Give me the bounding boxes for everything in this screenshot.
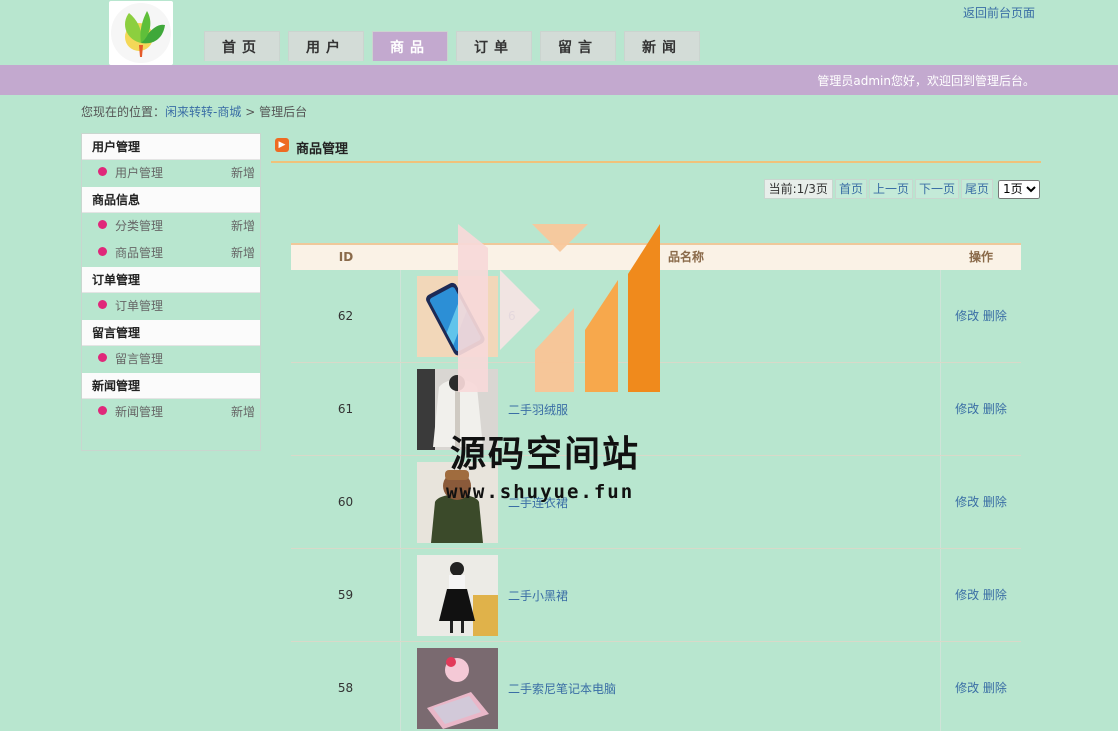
sidebar-item-label[interactable]: 新闻管理 [115,399,163,426]
row-operations: 修改 删除 [941,549,1021,641]
sidebar-group-users: 用户管理 [82,134,260,160]
row-operations: 修改 删除 [941,363,1021,455]
product-name-link[interactable]: 二手羽绒服 [508,401,568,418]
arrow-right-icon: ▶ [275,138,289,152]
nav-home[interactable]: 首页 [204,31,280,61]
edit-link[interactable]: 修改 [955,495,979,509]
table-row: 58 二手索尼笔记本电脑 修改 删除 [291,642,1021,731]
row-name-cell: 二手索尼笔记本电脑 [401,642,941,731]
table-row: 61 二手羽绒服 修改 删除 [291,363,1021,456]
pagination: 当前:1/3页 首页 上一页 下一页 尾页 1页 [763,179,1040,199]
sidebar-add-link[interactable]: 新增 [231,160,255,187]
bullet-icon [98,406,107,415]
sidebar-item-category-manage[interactable]: 分类管理 新增 [82,213,260,240]
breadcrumb-separator: > [245,105,256,119]
back-to-frontend-link[interactable]: 返回前台页面 [963,4,1035,21]
bullet-icon [98,353,107,362]
row-id: 58 [291,642,401,731]
sidebar-add-link[interactable]: 新增 [231,213,255,240]
site-logo[interactable] [109,1,173,65]
nav-products[interactable]: 商品 [372,31,448,61]
panel-header: ▶ 商品管理 [271,137,1041,163]
sidebar-group-news: 新闻管理 [82,373,260,399]
first-page-link[interactable]: 首页 [834,179,867,199]
bullet-icon [98,167,107,176]
header-id: ID [338,250,354,264]
breadcrumb-site-link[interactable]: 闲来转转-商城 [165,105,241,119]
sidebar-item-label[interactable]: 商品管理 [115,240,163,267]
sidebar-group-products: 商品信息 [82,187,260,213]
breadcrumb-current: 管理后台 [259,105,308,119]
delete-link[interactable]: 删除 [983,681,1007,695]
sidebar: 用户管理 用户管理 新增 商品信息 分类管理 新增 商品管理 新增 订单管理 订… [81,133,261,451]
header-bar: 管理员admin您好，欢迎回到管理后台。 [0,65,1118,95]
row-operations: 修改 删除 [941,270,1021,362]
delete-link[interactable]: 删除 [983,495,1007,509]
table-row: 59 二手小黑裙 修改 删除 [291,549,1021,642]
sidebar-item-order-manage[interactable]: 订单管理 [82,293,260,320]
bullet-icon [98,220,107,229]
nav-messages[interactable]: 留言 [540,31,616,61]
sidebar-item-news-manage[interactable]: 新闻管理 新增 [82,399,260,426]
sidebar-item-label[interactable]: 分类管理 [115,213,163,240]
sidebar-group-orders: 订单管理 [82,267,260,293]
sidebar-group-messages: 留言管理 [82,320,260,346]
product-name-link[interactable]: 二手小黑裙 [508,587,568,604]
header-operations: 操作 [968,250,993,264]
row-id: 59 [291,549,401,641]
sidebar-add-link[interactable]: 新增 [231,240,255,267]
product-name-link[interactable]: 6 [508,309,516,323]
watermark-text: 源码空间站 [450,434,641,475]
page-indicator: 当前:1/3页 [763,179,833,199]
product-table: ID 品名称 操作 62 6 修改 删除 61 二手羽绒服 修改 删除 60 二… [291,243,1021,731]
sidebar-add-link[interactable]: 新增 [231,399,255,426]
breadcrumb: 您现在的位置：闲来转转-商城 > 管理后台 [81,103,307,120]
table-row: 60 二手连衣裙 修改 删除 [291,456,1021,549]
row-name-cell: 二手小黑裙 [401,549,941,641]
bullet-icon [98,247,107,256]
row-id: 60 [291,456,401,548]
product-thumbnail-phone[interactable] [417,275,498,357]
product-thumbnail-laptop[interactable] [417,647,498,729]
page-select[interactable]: 1页 [998,179,1040,199]
nav-news[interactable]: 新闻 [624,31,700,61]
delete-link[interactable]: 删除 [983,309,1007,323]
nav-orders[interactable]: 订单 [456,31,532,61]
row-id: 61 [291,363,401,455]
main-nav: 首页 用户 商品 订单 留言 新闻 [204,31,708,61]
sidebar-item-message-manage[interactable]: 留言管理 [82,346,260,373]
row-name-cell: 6 [401,270,941,362]
table-row: 62 6 修改 删除 [291,270,1021,363]
row-operations: 修改 删除 [941,642,1021,731]
edit-link[interactable]: 修改 [955,588,979,602]
last-page-link[interactable]: 尾页 [960,179,993,199]
watermark-url: www.shuyue.fun [446,481,635,503]
edit-link[interactable]: 修改 [955,309,979,323]
sidebar-item-label[interactable]: 留言管理 [115,346,163,373]
sidebar-item-user-manage[interactable]: 用户管理 新增 [82,160,260,187]
edit-link[interactable]: 修改 [955,681,979,695]
edit-link[interactable]: 修改 [955,402,979,416]
welcome-text: 管理员admin您好，欢迎回到管理后台。 [817,74,1035,88]
table-header: ID 品名称 操作 [291,243,1021,270]
header-name: 品名称 [667,250,704,264]
prev-page-link[interactable]: 上一页 [868,179,913,199]
sidebar-item-label[interactable]: 用户管理 [115,160,163,187]
row-id: 62 [291,270,401,362]
bullet-icon [98,300,107,309]
leaf-logo-icon [111,3,171,63]
sidebar-item-product-manage[interactable]: 商品管理 新增 [82,240,260,267]
next-page-link[interactable]: 下一页 [914,179,959,199]
sidebar-item-label[interactable]: 订单管理 [115,293,163,320]
product-thumbnail-dress[interactable] [417,554,498,636]
panel-title: 商品管理 [296,142,349,157]
nav-users[interactable]: 用户 [288,31,364,61]
delete-link[interactable]: 删除 [983,402,1007,416]
product-name-link[interactable]: 二手索尼笔记本电脑 [508,680,616,697]
row-operations: 修改 删除 [941,456,1021,548]
delete-link[interactable]: 删除 [983,588,1007,602]
breadcrumb-prefix: 您现在的位置： [81,105,166,119]
